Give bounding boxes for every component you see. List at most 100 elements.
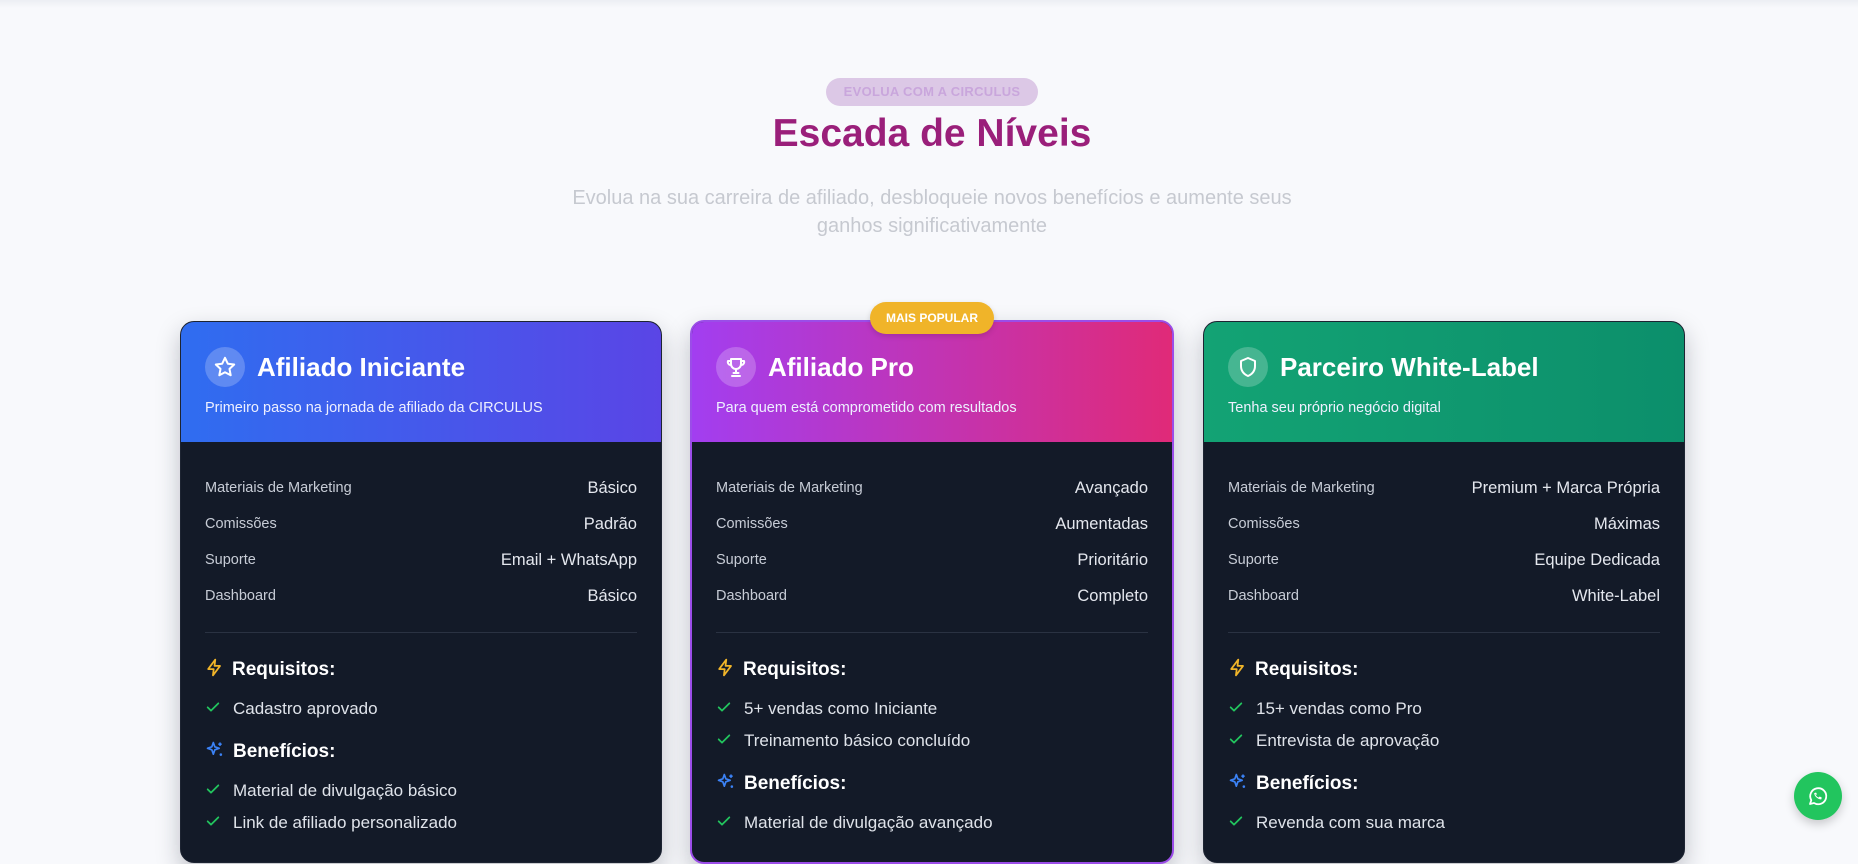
check-icon xyxy=(205,699,221,720)
feature-label: Comissões xyxy=(1228,516,1300,532)
benefits-heading: Benefícios: xyxy=(205,739,637,765)
feature-label: Dashboard xyxy=(716,588,787,604)
check-icon xyxy=(716,813,732,834)
feature-value: Email + WhatsApp xyxy=(500,550,637,569)
feature-row: Suporte Email + WhatsApp xyxy=(205,542,637,578)
section-eyebrow: EVOLUA COM A CIRCULUS xyxy=(826,78,1038,106)
check-icon xyxy=(1228,813,1244,834)
feature-label: Suporte xyxy=(1228,552,1279,568)
benefit-text: Link de afiliado personalizado xyxy=(233,813,457,832)
feature-row: Materiais de Marketing Premium + Marca Pr… xyxy=(1228,470,1660,506)
check-icon xyxy=(1228,731,1244,752)
card-title: Parceiro White-Label xyxy=(1280,352,1539,382)
benefits-title: Benefícios: xyxy=(744,773,847,794)
divider xyxy=(1228,632,1660,633)
requirement-item: Cadastro aprovado xyxy=(205,693,637,725)
bolt-icon xyxy=(205,658,224,682)
card-header: Parceiro White-Label Tenha seu próprio ne… xyxy=(1204,322,1684,442)
sparkles-icon xyxy=(716,772,736,797)
feature-value: White-Label xyxy=(1571,586,1660,605)
feature-label: Materiais de Marketing xyxy=(205,480,352,496)
benefit-text: Material de divulgação básico xyxy=(233,781,457,800)
requirements-heading: Requisitos: xyxy=(716,657,1148,683)
benefit-text: Revenda com sua marca xyxy=(1256,813,1445,832)
feature-value: Máximas xyxy=(1593,514,1660,533)
feature-value: Avançado xyxy=(1074,478,1148,497)
sparkles-icon xyxy=(1228,772,1248,797)
feature-value: Premium + Marca Própria xyxy=(1471,478,1660,497)
requirement-item: Entrevista de aprovação xyxy=(1228,725,1660,757)
feature-value: Prioritário xyxy=(1077,550,1148,569)
requirement-text: Cadastro aprovado xyxy=(233,699,378,718)
card-header: Afiliado Pro Para quem está comprometido … xyxy=(692,322,1172,442)
card-description: Primeiro passo na jornada de afiliado da… xyxy=(205,400,543,416)
card-description: Para quem está comprometido com resultad… xyxy=(716,400,1017,416)
check-icon xyxy=(205,781,221,802)
requirement-item: 15+ vendas como Pro xyxy=(1228,693,1660,725)
benefit-item: Material de divulgação básico xyxy=(205,775,637,807)
feature-label: Dashboard xyxy=(1228,588,1299,604)
feature-label: Dashboard xyxy=(205,588,276,604)
benefits-title: Benefícios: xyxy=(1256,773,1359,794)
feature-value: Aumentadas xyxy=(1055,514,1148,533)
divider xyxy=(205,632,637,633)
feature-label: Materiais de Marketing xyxy=(716,480,863,496)
feature-label: Suporte xyxy=(716,552,767,568)
check-icon xyxy=(716,731,732,752)
bolt-icon xyxy=(1228,658,1247,682)
benefit-item: Link de afiliado personalizado xyxy=(205,807,637,839)
requirement-text: Entrevista de aprovação xyxy=(1256,731,1440,750)
feature-label: Suporte xyxy=(205,552,256,568)
feature-row: Dashboard Completo xyxy=(716,578,1148,614)
level-card-1: Afiliado Iniciante Primeiro passo na jorn… xyxy=(180,321,662,863)
feature-row: Dashboard Básico xyxy=(205,578,637,614)
shield-icon xyxy=(1228,347,1268,387)
requirements-title: Requisitos: xyxy=(232,659,336,680)
whatsapp-icon xyxy=(1809,787,1828,806)
feature-value: Equipe Dedicada xyxy=(1534,550,1660,569)
feature-label: Materiais de Marketing xyxy=(1228,480,1375,496)
card-header: Afiliado Iniciante Primeiro passo na jorn… xyxy=(181,322,661,442)
requirements-title: Requisitos: xyxy=(1255,659,1359,680)
feature-row: Suporte Equipe Dedicada xyxy=(1228,542,1660,578)
feature-value: Básico xyxy=(587,478,637,497)
page-title: Escada de Níveis xyxy=(772,112,1092,155)
level-card-2: Afiliado Pro Para quem está comprometido … xyxy=(690,320,1174,864)
card-description: Tenha seu próprio negócio digital xyxy=(1228,400,1441,416)
feature-value: Completo xyxy=(1077,586,1148,605)
check-icon xyxy=(205,813,221,834)
requirement-item: 5+ vendas como Iniciante xyxy=(716,693,1148,725)
feature-label: Comissões xyxy=(716,516,788,532)
whatsapp-button[interactable] xyxy=(1794,772,1842,820)
requirement-text: Treinamento básico concluído xyxy=(744,731,971,750)
benefits-heading: Benefícios: xyxy=(716,771,1148,797)
popular-badge: MAIS POPULAR xyxy=(870,302,994,334)
requirements-heading: Requisitos: xyxy=(1228,657,1660,683)
requirements-heading: Requisitos: xyxy=(205,657,637,683)
benefits-heading: Benefícios: xyxy=(1228,771,1660,797)
trophy-icon xyxy=(716,347,756,387)
benefits-title: Benefícios: xyxy=(233,741,336,762)
feature-label: Comissões xyxy=(205,516,277,532)
feature-row: Comissões Padrão xyxy=(205,506,637,542)
top-shadow xyxy=(0,0,1858,8)
benefit-item: Revenda com sua marca xyxy=(1228,807,1660,839)
bolt-icon xyxy=(716,658,735,682)
feature-row: Dashboard White-Label xyxy=(1228,578,1660,614)
requirement-text: 5+ vendas como Iniciante xyxy=(744,699,938,718)
feature-row: Materiais de Marketing Avançado xyxy=(716,470,1148,506)
feature-row: Materiais de Marketing Básico xyxy=(205,470,637,506)
feature-row: Comissões Aumentadas xyxy=(716,506,1148,542)
level-card-3: Parceiro White-Label Tenha seu próprio ne… xyxy=(1203,321,1685,863)
card-title: Afiliado Pro xyxy=(768,352,914,382)
requirements-title: Requisitos: xyxy=(743,659,847,680)
check-icon xyxy=(1228,699,1244,720)
section-subtitle: Evolua na sua carreira de afiliado, desb… xyxy=(572,187,1292,237)
requirement-item: Treinamento básico concluído xyxy=(716,725,1148,757)
feature-row: Suporte Prioritário xyxy=(716,542,1148,578)
star-icon xyxy=(205,347,245,387)
divider xyxy=(716,632,1148,633)
benefit-item: Material de divulgação avançado xyxy=(716,807,1148,839)
check-icon xyxy=(716,699,732,720)
card-title: Afiliado Iniciante xyxy=(257,352,466,382)
